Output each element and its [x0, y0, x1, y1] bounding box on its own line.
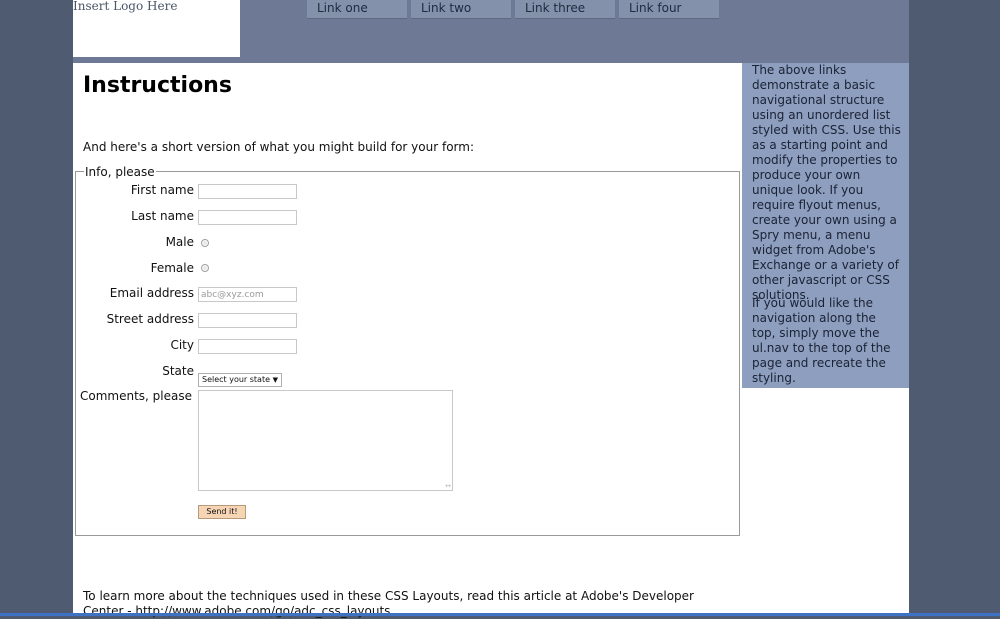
street-address-label: Street address — [106, 312, 194, 326]
state-select-value: Select your state — [202, 375, 271, 384]
first-name-input[interactable] — [198, 184, 297, 199]
state-label: State — [162, 364, 194, 378]
nav-link-three[interactable]: Link three — [515, 0, 615, 19]
female-radio[interactable] — [201, 264, 209, 272]
city-input[interactable] — [198, 339, 297, 354]
header: Insert Logo Here Link one Link two Link … — [73, 0, 909, 63]
sidebar-paragraph-2: If you would like the navigation along t… — [752, 296, 891, 385]
info-fieldset: Info, please First name Last name Male F… — [75, 165, 740, 536]
last-name-label: Last name — [131, 209, 194, 223]
city-label: City — [170, 338, 194, 352]
nav-link-one[interactable]: Link one — [307, 0, 407, 19]
top-nav: Link one Link two Link three Link four — [307, 0, 719, 19]
page-container: Insert Logo Here Link one Link two Link … — [73, 0, 909, 618]
fieldset-legend: Info, please — [84, 165, 156, 179]
female-label: Female — [150, 261, 194, 275]
nav-link-four[interactable]: Link four — [619, 0, 719, 19]
street-address-input[interactable] — [198, 313, 297, 328]
resize-grip-icon[interactable]: ⇿ — [445, 482, 451, 490]
sidebar-paragraph-1: The above links demonstrate a basic navi… — [752, 63, 901, 302]
male-radio[interactable] — [201, 239, 209, 247]
page-title: Instructions — [83, 73, 232, 98]
last-name-input[interactable] — [198, 210, 297, 225]
sidebar: The above links demonstrate a basic navi… — [742, 63, 909, 388]
logo: Insert Logo Here — [73, 0, 240, 57]
email-label: Email address — [109, 286, 194, 300]
comments-textarea[interactable]: ⇿ — [198, 390, 453, 491]
intro-text: And here's a short version of what you m… — [83, 140, 474, 154]
state-select[interactable]: Select your state ▼ — [198, 373, 282, 387]
email-input[interactable] — [198, 287, 297, 302]
main-content: Instructions And here's a short version … — [73, 63, 741, 618]
male-label: Male — [165, 235, 194, 249]
dropdown-arrow-icon: ▼ — [272, 376, 278, 384]
send-button[interactable]: Send it! — [198, 505, 246, 519]
comments-label: Comments, please — [80, 389, 192, 403]
first-name-label: First name — [130, 183, 194, 197]
nav-link-two[interactable]: Link two — [411, 0, 511, 19]
